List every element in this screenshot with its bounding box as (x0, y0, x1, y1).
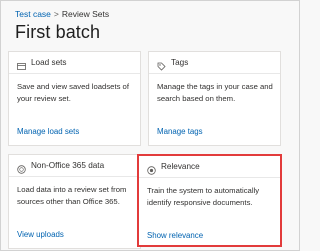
load-sets-card: Load sets Save and view saved loadsets o… (8, 51, 141, 146)
show-relevance-link[interactable]: Show relevance (147, 231, 203, 240)
breadcrumb: Test case > Review Sets (15, 9, 109, 19)
card-description: Save and view saved loadsets of your rev… (17, 82, 129, 103)
card-header: Load sets (9, 52, 140, 74)
globe-icon (17, 161, 26, 174)
card-description: Load data into a review set from sources… (17, 185, 127, 206)
relevance-icon (147, 162, 156, 175)
card-title: Tags (171, 58, 189, 67)
breadcrumb-separator: > (53, 9, 59, 19)
relevance-card: Relevance Train the system to automatica… (137, 154, 282, 247)
card-title: Non-Office 365 data (31, 161, 105, 170)
load-sets-icon (17, 58, 26, 70)
tags-card: Tags Manage the tags in your case and se… (148, 51, 281, 146)
review-set-panel: Test case > Review Sets First batch Load s… (0, 0, 300, 251)
manage-load-sets-link[interactable]: Manage load sets (17, 127, 79, 136)
card-description: Train the system to automatically identi… (147, 186, 260, 207)
non-office-365-data-card: Non-Office 365 data Load data into a rev… (8, 154, 141, 249)
card-header: Tags (149, 52, 280, 74)
view-uploads-link[interactable]: View uploads (17, 230, 64, 239)
tag-icon (157, 58, 166, 71)
card-header: Relevance (139, 156, 280, 178)
breadcrumb-test-case[interactable]: Test case (15, 9, 51, 19)
breadcrumb-review-sets: Review Sets (61, 9, 110, 19)
card-title: Relevance (161, 162, 200, 171)
page-title: First batch (15, 22, 101, 42)
card-description: Manage the tags in your case and search … (157, 82, 273, 103)
manage-tags-link[interactable]: Manage tags (157, 127, 203, 136)
card-header: Non-Office 365 data (9, 155, 140, 177)
card-title: Load sets (31, 58, 67, 67)
